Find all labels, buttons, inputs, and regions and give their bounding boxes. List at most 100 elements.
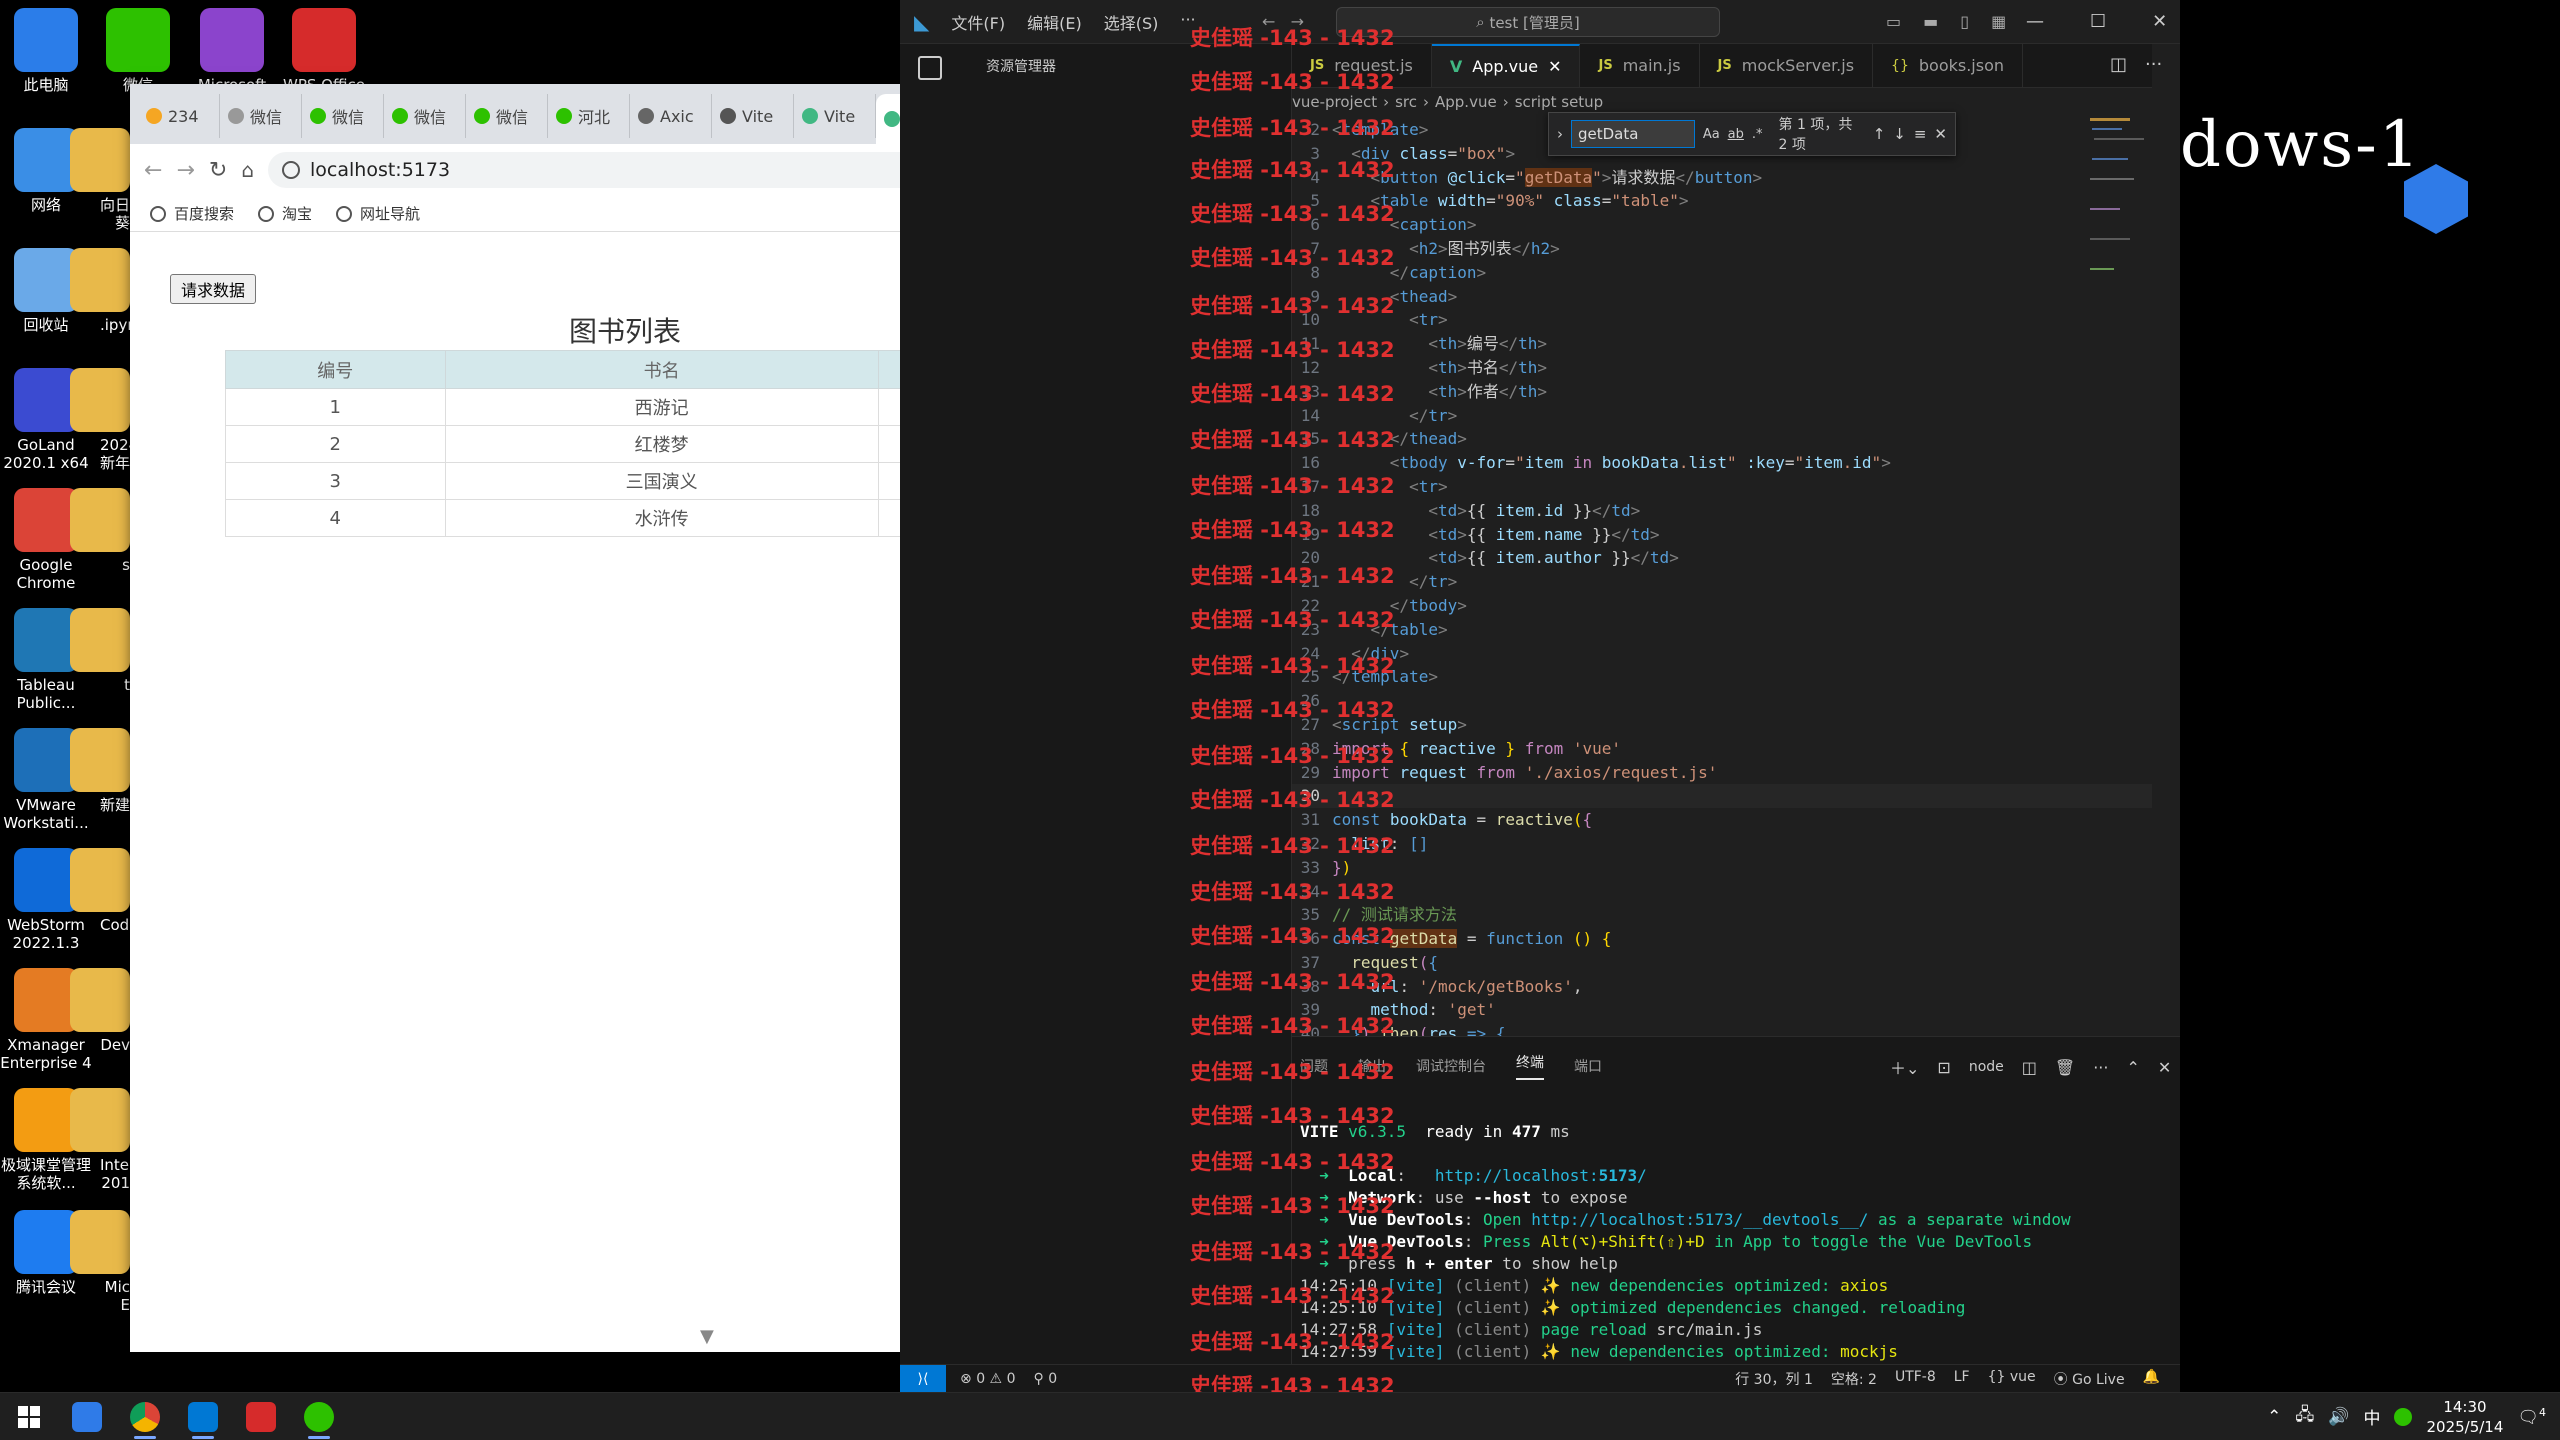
- browser-tab[interactable]: 微信: [220, 94, 302, 138]
- code-line[interactable]: 6 <caption>: [1292, 213, 2152, 237]
- taskbar-wechat[interactable]: [290, 1393, 348, 1440]
- layout-icon[interactable]: ▭: [1886, 12, 1901, 31]
- desktop-icon[interactable]: s: [70, 488, 130, 574]
- new-terminal-icon[interactable]: ＋⌄: [1890, 1055, 1919, 1079]
- code-line[interactable]: 34: [1292, 880, 2152, 904]
- panel-tab[interactable]: 调试控制台: [1416, 1056, 1486, 1076]
- close-tab-icon[interactable]: ✕: [1548, 57, 1561, 76]
- desktop-icon[interactable]: 微信: [92, 8, 184, 94]
- vs-maximize-button[interactable]: ☐: [2090, 11, 2106, 32]
- request-data-button[interactable]: 请求数据: [170, 274, 257, 304]
- browser-tab[interactable]: Axic: [630, 94, 712, 138]
- cursor-position[interactable]: 行 30，列 1: [1735, 1369, 1813, 1389]
- panel-tab[interactable]: 终端: [1516, 1052, 1544, 1080]
- taskbar-wps[interactable]: [232, 1393, 290, 1440]
- desktop-icon[interactable]: WPS Office: [278, 8, 370, 94]
- split-terminal-icon[interactable]: ◫: [2022, 1058, 2037, 1077]
- close-find-icon[interactable]: ✕: [1934, 125, 1947, 143]
- terminal-name[interactable]: node: [1969, 1059, 2004, 1075]
- language-status[interactable]: {} vue: [1988, 1369, 2036, 1389]
- forward-icon[interactable]: →: [176, 158, 194, 183]
- terminal-output[interactable]: VITE v6.3.5 ready in 477 ms ➜ Local: htt…: [1300, 1099, 2071, 1385]
- code-line[interactable]: 24 </div>: [1292, 642, 2152, 666]
- editor-tab[interactable]: JS mockServer.js: [1700, 44, 1874, 87]
- menu-item[interactable]: 编辑(E): [1027, 10, 1082, 34]
- desktop-icon[interactable]: Dev: [70, 968, 130, 1054]
- menu-item[interactable]: 选择(S): [1104, 10, 1159, 34]
- code-line[interactable]: 4 <button @click="getData">请求数据</button>: [1292, 166, 2152, 190]
- desktop-icon[interactable]: 新建: [70, 728, 130, 814]
- find-input[interactable]: getData: [1571, 120, 1695, 148]
- editor-tab[interactable]: V App.vue ✕: [1431, 44, 1581, 87]
- code-line[interactable]: 36 const getData = function () {: [1292, 927, 2152, 951]
- ports-status[interactable]: ⚲ 0: [1033, 1371, 1057, 1387]
- code-editor[interactable]: vue-project › src › App.vue › script setup 2 <t…: [1292, 88, 2180, 1043]
- desktop-icon[interactable]: 2024新年: [70, 368, 130, 472]
- eol-status[interactable]: LF: [1954, 1369, 1970, 1389]
- match-case-icon[interactable]: Aa: [1703, 127, 1720, 142]
- split-editor-icon[interactable]: ◫: [2110, 54, 2127, 75]
- browser-tab[interactable]: 微信: [466, 94, 548, 138]
- breadcrumb-item[interactable]: script setup: [1515, 93, 1604, 111]
- bookmark-item[interactable]: 淘宝: [258, 203, 312, 224]
- back-icon[interactable]: ←: [144, 158, 162, 183]
- code-line[interactable]: 26: [1292, 689, 2152, 713]
- whole-word-icon[interactable]: ab: [1728, 127, 1744, 142]
- desktop-icon[interactable]: Microsoft: [186, 8, 278, 94]
- bookmark-item[interactable]: 网址导航: [336, 203, 420, 224]
- code-line[interactable]: 29 import request from './axios/request.j…: [1292, 761, 2152, 785]
- code-line[interactable]: 8 </caption>: [1292, 261, 2152, 285]
- code-line[interactable]: 13 <th>作者</th>: [1292, 380, 2152, 404]
- code-line[interactable]: 22 </tbody>: [1292, 594, 2152, 618]
- editor-tab[interactable]: {} books.json: [1873, 44, 2024, 87]
- maximize-panel-icon[interactable]: ⌃: [2126, 1058, 2139, 1077]
- customize-layout-icon[interactable]: ▦: [1991, 12, 2006, 31]
- info-icon[interactable]: [282, 161, 301, 179]
- code-line[interactable]: 27 <script setup>: [1292, 713, 2152, 737]
- sidebar-icon[interactable]: ▯: [1960, 12, 1969, 31]
- regex-icon[interactable]: .*: [1752, 127, 1763, 142]
- desktop-icon[interactable]: Code: [70, 848, 130, 934]
- taskbar-vscode[interactable]: [174, 1393, 232, 1440]
- home-icon[interactable]: ⌂: [241, 158, 254, 182]
- clock[interactable]: 14:30 2025/5/14: [2426, 1397, 2503, 1437]
- code-line[interactable]: 33}): [1292, 856, 2152, 880]
- taskbar-lanxin-app[interactable]: [58, 1393, 116, 1440]
- code-line[interactable]: 20 <td>{{ item.author }}</td>: [1292, 546, 2152, 570]
- bookmark-item[interactable]: 百度搜索: [150, 203, 234, 224]
- files-icon[interactable]: [918, 56, 942, 80]
- notification-center-icon[interactable]: 🗨4: [2517, 1406, 2546, 1428]
- kill-terminal-icon[interactable]: 🗑: [2055, 1058, 2075, 1077]
- code-line[interactable]: 7 <h2>图书列表</h2>: [1292, 237, 2152, 261]
- editor-tab[interactable]: JS main.js: [1580, 44, 1700, 87]
- code-line[interactable]: 30: [1292, 784, 2152, 809]
- code-line[interactable]: 31 const bookData = reactive({: [1292, 808, 2152, 832]
- panel-tab[interactable]: 端口: [1574, 1056, 1602, 1076]
- problems-status[interactable]: ⊗ 0 ⚠ 0: [960, 1371, 1015, 1387]
- code-line[interactable]: 12 <th>书名</th>: [1292, 356, 2152, 380]
- code-line[interactable]: 23 </table>: [1292, 618, 2152, 642]
- network-icon[interactable]: 🖧: [2295, 1402, 2314, 1431]
- code-line[interactable]: 25 </template>: [1292, 665, 2152, 689]
- wechat-tray-icon[interactable]: [2394, 1407, 2413, 1426]
- find-in-selection-icon[interactable]: ≡: [1914, 125, 1927, 143]
- tray-chevron-icon[interactable]: ⌃: [2267, 1407, 2281, 1427]
- vs-minimize-button[interactable]: —: [2026, 11, 2044, 32]
- browser-tab[interactable]: Vite: [794, 94, 876, 138]
- start-button[interactable]: [0, 1393, 58, 1440]
- code-line[interactable]: 32 list: []: [1292, 832, 2152, 856]
- breadcrumb-item[interactable]: src: [1395, 93, 1417, 111]
- code-line[interactable]: 11 <th>编号</th>: [1292, 332, 2152, 356]
- code-line[interactable]: 39 method: 'get': [1292, 998, 2152, 1022]
- code-line[interactable]: 5 <table width="90%" class="table">: [1292, 189, 2152, 213]
- encoding-status[interactable]: UTF-8: [1895, 1369, 1936, 1389]
- next-match-icon[interactable]: ↓: [1893, 125, 1906, 143]
- vs-close-button[interactable]: ✕: [2152, 11, 2167, 32]
- go-live-button[interactable]: ⦿ Go Live: [2054, 1369, 2125, 1389]
- volume-icon[interactable]: 🔊: [2328, 1407, 2349, 1427]
- taskbar-chrome[interactable]: [116, 1393, 174, 1440]
- code-line[interactable]: 37 request({: [1292, 951, 2152, 975]
- panel-icon[interactable]: ▬: [1923, 12, 1938, 31]
- code-line[interactable]: 17 <tr>: [1292, 475, 2152, 499]
- prev-match-icon[interactable]: ↑: [1873, 125, 1886, 143]
